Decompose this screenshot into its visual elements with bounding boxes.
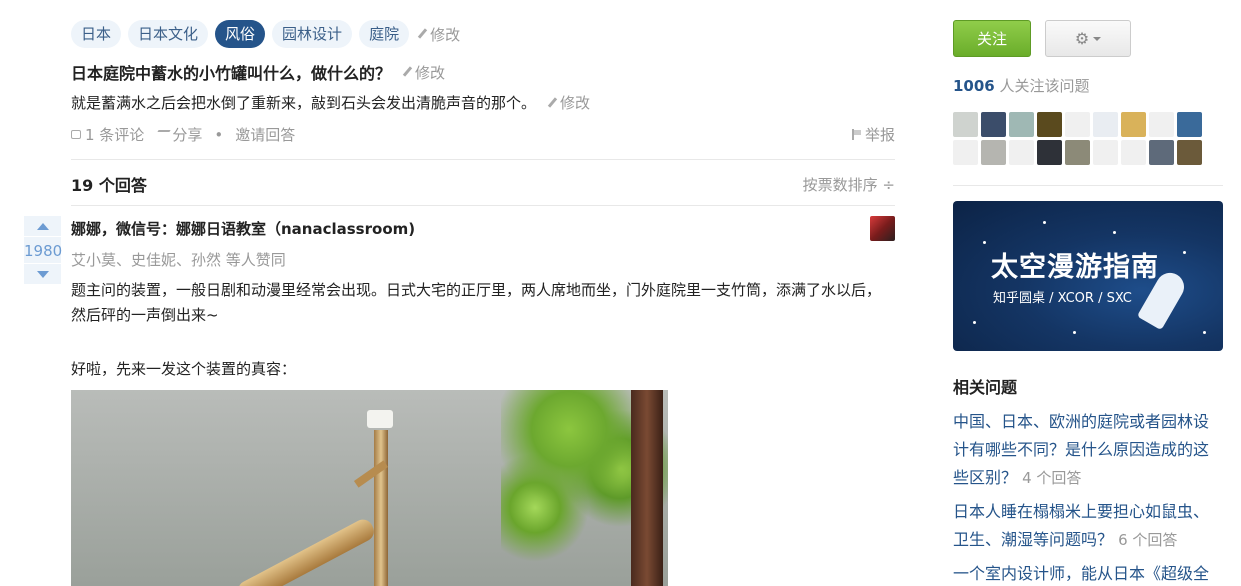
question-title: 日本庭院中蓄水的小竹罐叫什么，做什么的？	[71, 64, 392, 83]
edit-title-link[interactable]: 修改	[401, 62, 445, 83]
flag-icon	[851, 129, 861, 140]
bamboo-pipe	[374, 430, 388, 586]
divider	[71, 159, 895, 160]
related-question-item[interactable]: 一个室内设计师，能从日本《超级全	[953, 560, 1213, 586]
sort-by-votes-link[interactable]: 按票数排序 ÷	[803, 174, 895, 195]
downvote-button[interactable]	[24, 264, 61, 284]
answer-author[interactable]: 娜娜，微信号：娜娜日语教室（nanaclassroom)	[71, 218, 415, 239]
follower-avatar[interactable]	[1149, 140, 1174, 165]
related-question-item[interactable]: 日本人睡在榻榻米上要担心如鼠虫、卫生、潮湿等问题吗？ 6 个回答	[953, 498, 1213, 554]
settings-dropdown-button[interactable]: ⚙	[1045, 20, 1131, 57]
answer-text: 好啦，先来一发这个装置的真容：	[71, 360, 297, 378]
arrow-up-icon	[36, 222, 49, 230]
bamboo-cap	[367, 410, 393, 428]
related-questions-title: 相关问题	[953, 378, 1018, 397]
tag-japanese-culture[interactable]: 日本文化	[128, 20, 209, 48]
related-question-count: 4 个回答	[1022, 469, 1082, 487]
follower-avatar[interactable]	[1037, 140, 1062, 165]
follower-avatar[interactable]	[953, 112, 978, 137]
upvote-button[interactable]	[24, 216, 61, 236]
invite-answer-link[interactable]: 邀请回答	[235, 124, 295, 145]
answers-header: 19 个回答 按票数排序 ÷	[71, 172, 895, 196]
edit-label: 修改	[560, 94, 591, 112]
pencil-icon	[546, 97, 558, 109]
answer-voters[interactable]: 艾小莫、史佳妮、孙然 等人赞同	[71, 249, 286, 270]
share-link[interactable]: 分享	[153, 124, 203, 145]
comments-link[interactable]: 1 条评论	[71, 124, 144, 145]
related-question-item[interactable]: 中国、日本、欧洲的庭院或者园林设计有哪些不同？是什么原因造成的这些区别？ 4 个…	[953, 408, 1213, 492]
tag-japan[interactable]: 日本	[71, 20, 122, 48]
share-label: 分享	[172, 126, 203, 144]
related-question-count: 6 个回答	[1118, 531, 1178, 549]
vote-count: 1980	[24, 236, 62, 264]
question-main: 日本 日本文化 风俗 园林设计 庭院 修改 日本庭院中蓄水的小竹罐叫什么，做什么…	[0, 0, 920, 586]
shishi-odoshi-tube	[234, 516, 378, 586]
edit-detail-link[interactable]: 修改	[546, 92, 590, 113]
follower-avatar[interactable]	[981, 112, 1006, 137]
gear-icon: ⚙	[1074, 29, 1090, 48]
follower-avatar[interactable]	[981, 140, 1006, 165]
follower-avatar[interactable]	[1037, 112, 1062, 137]
follower-avatar[interactable]	[1177, 140, 1202, 165]
followers-info[interactable]: 1006 人关注该问题	[953, 75, 1090, 96]
question-detail-row: 就是蓄满水之后会把水倒了重新来，敲到石头会发出清脆声音的那个。 修改	[71, 92, 590, 113]
answer-text: 题主问的装置，一般日剧和动漫里经常会出现。日式大宅的正厅里，两人席地而坐，门外庭…	[71, 281, 882, 324]
question-meta: 1 条评论 分享 • 邀请回答 举报	[71, 124, 895, 145]
sidebar: 关注 ⚙ 1006 人关注该问题 太空漫游指南 知乎圆桌 / XCOR / SX…	[953, 0, 1223, 586]
topic-tags: 日本 日本文化 风俗 园林设计 庭院 修改	[71, 20, 460, 48]
follower-avatar[interactable]	[1149, 112, 1174, 137]
edit-tags-link[interactable]: 修改	[416, 24, 460, 45]
divider	[71, 205, 895, 206]
followers-count: 1006	[953, 77, 995, 95]
follower-avatar[interactable]	[1121, 140, 1146, 165]
question-detail: 就是蓄满水之后会把水倒了重新来，敲到石头会发出清脆声音的那个。	[71, 94, 537, 112]
roundtable-banner[interactable]: 太空漫游指南 知乎圆桌 / XCOR / SXC	[953, 201, 1223, 351]
answer-photo	[71, 390, 668, 586]
arrow-down-icon	[36, 270, 49, 278]
answers-count: 19 个回答	[71, 176, 147, 195]
question-title-row: 日本庭院中蓄水的小竹罐叫什么，做什么的？ 修改	[71, 60, 445, 84]
report-link[interactable]: 举报	[851, 124, 895, 145]
related-question-link[interactable]: 一个室内设计师，能从日本《超级全	[953, 564, 1209, 583]
pencil-icon	[401, 66, 413, 78]
follower-avatar[interactable]	[1009, 112, 1034, 137]
follower-avatar[interactable]	[1009, 140, 1034, 165]
follower-avatar[interactable]	[953, 140, 978, 165]
divider	[953, 185, 1223, 186]
meta-separator: •	[214, 125, 224, 144]
follower-avatar[interactable]	[1093, 112, 1118, 137]
share-icon	[153, 130, 171, 139]
vote-widget: 1980	[24, 216, 62, 284]
avatar[interactable]	[870, 216, 895, 241]
follower-avatar[interactable]	[1065, 112, 1090, 137]
chevron-down-icon	[1093, 36, 1102, 41]
comment-icon	[71, 130, 81, 139]
follower-avatar[interactable]	[1065, 140, 1090, 165]
tag-courtyard[interactable]: 庭院	[359, 20, 410, 48]
banner-title: 太空漫游指南	[991, 252, 1159, 283]
tag-customs[interactable]: 风俗	[215, 20, 266, 48]
follower-avatar[interactable]	[1093, 140, 1118, 165]
report-label: 举报	[864, 126, 895, 144]
followers-suffix: 人关注该问题	[994, 77, 1090, 95]
edit-label: 修改	[415, 63, 446, 82]
comments-label: 1 条评论	[85, 126, 145, 144]
tree-trunk	[631, 390, 663, 586]
pencil-icon	[416, 28, 428, 40]
follow-button[interactable]: 关注	[953, 20, 1031, 57]
follower-avatars	[953, 112, 1205, 165]
follower-avatar[interactable]	[1177, 112, 1202, 137]
banner-subtitle: 知乎圆桌 / XCOR / SXC	[993, 291, 1132, 306]
edit-label: 修改	[430, 25, 461, 44]
related-questions-list: 中国、日本、欧洲的庭院或者园林设计有哪些不同？是什么原因造成的这些区别？ 4 个…	[953, 408, 1213, 586]
tag-garden-design[interactable]: 园林设计	[272, 20, 353, 48]
follower-avatar[interactable]	[1121, 112, 1146, 137]
